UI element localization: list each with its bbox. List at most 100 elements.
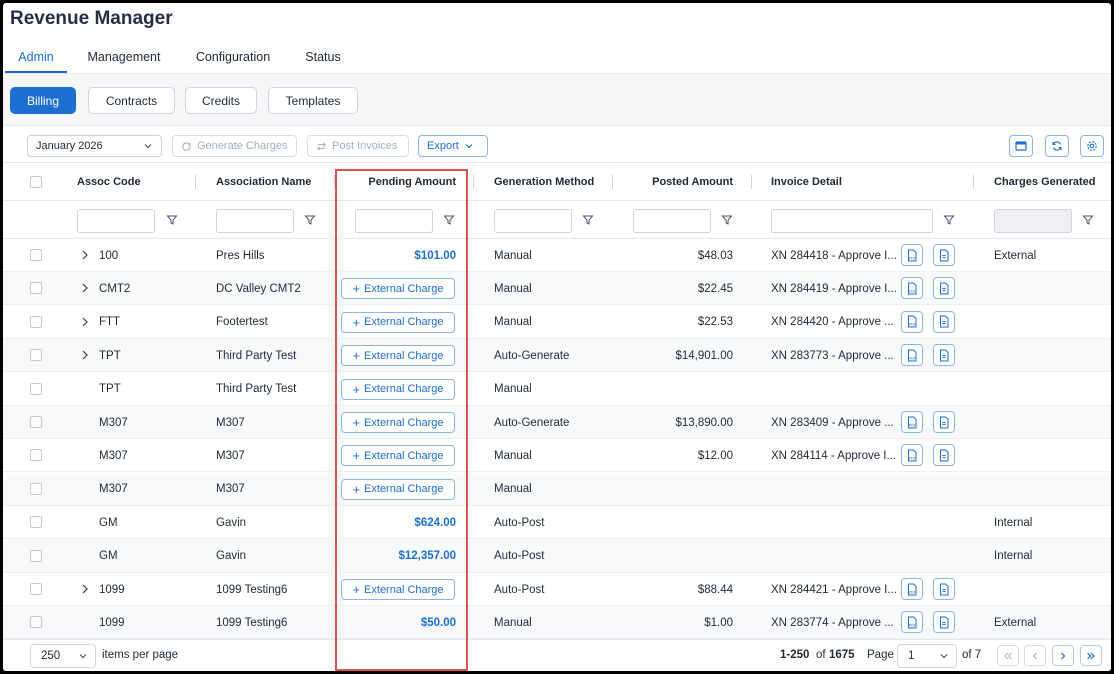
view-document-button[interactable]	[933, 411, 955, 433]
page-size-select[interactable]: 250	[30, 644, 96, 668]
pending-amount-link[interactable]: $101.00	[343, 239, 456, 272]
view-pdf-button[interactable]: PDF	[901, 277, 923, 300]
col-association-name[interactable]: Association Name	[216, 163, 311, 201]
row-checkbox[interactable]	[30, 349, 42, 362]
col-separator[interactable]	[334, 175, 335, 189]
col-invoice-detail[interactable]: Invoice Detail	[771, 163, 842, 201]
table-row[interactable]: 1099 1099 Testing6 + External Charge Auto-Po…	[3, 573, 1111, 606]
row-checkbox[interactable]	[30, 416, 42, 428]
row-checkbox[interactable]	[30, 382, 42, 395]
table-row[interactable]: TPT Third Party Test + External Charge Auto-…	[3, 339, 1111, 373]
col-posted-amount[interactable]: Posted Amount	[623, 163, 733, 201]
table-row[interactable]: M307 M307 + External Charge Manual $12.00 XN 2…	[3, 439, 1111, 473]
export-button[interactable]: Export	[418, 135, 488, 157]
filter-icon[interactable]	[443, 214, 455, 226]
row-checkbox[interactable]	[30, 449, 42, 462]
view-document-button[interactable]	[933, 444, 955, 467]
chevron-right-icon[interactable]	[80, 349, 90, 361]
posted-amount-filter-input[interactable]	[633, 209, 711, 233]
table-row[interactable]: FTT Footertest + External Charge Manual $22.5…	[3, 306, 1111, 339]
col-separator[interactable]	[751, 175, 752, 189]
table-row[interactable]: M307 M307 + External Charge Auto-Generate $13…	[3, 406, 1111, 439]
view-document-button[interactable]	[933, 344, 955, 367]
view-document-button[interactable]	[933, 611, 955, 634]
view-pdf-button[interactable]: PDF	[901, 310, 923, 333]
col-charges-generated[interactable]: Charges Generated	[994, 163, 1095, 201]
external-charge-button[interactable]: + External Charge	[341, 378, 455, 400]
col-generation-method[interactable]: Generation Method	[494, 163, 594, 201]
table-row[interactable]: TPT Third Party Test + External Charge Manua…	[3, 373, 1111, 406]
pending-amount-filter-input[interactable]	[355, 209, 433, 233]
view-document-button[interactable]	[933, 244, 955, 266]
col-separator[interactable]	[612, 175, 613, 189]
filter-icon[interactable]	[166, 214, 178, 226]
chevron-right-icon[interactable]	[80, 249, 90, 261]
row-checkbox[interactable]	[30, 282, 42, 295]
generation-method-filter-input[interactable]	[494, 209, 572, 233]
view-document-button[interactable]	[933, 578, 955, 600]
chevron-right-icon[interactable]	[80, 583, 90, 595]
charges-generated-filter-input[interactable]	[994, 209, 1072, 233]
pending-amount-link[interactable]: $12,357.00	[343, 540, 456, 573]
row-checkbox[interactable]	[30, 315, 42, 328]
subtab-contracts[interactable]: Contracts	[88, 87, 175, 114]
tab-status[interactable]: Status	[301, 43, 345, 73]
pending-amount-link[interactable]: $624.00	[343, 506, 456, 539]
external-charge-button[interactable]: + External Charge	[341, 579, 455, 600]
external-charge-button[interactable]: + External Charge	[341, 478, 455, 500]
view-pdf-button[interactable]: PDF	[901, 344, 923, 367]
last-page-button[interactable]	[1080, 645, 1102, 666]
subtab-credits[interactable]: Credits	[185, 87, 257, 114]
prev-page-button[interactable]	[1024, 645, 1046, 666]
filter-icon[interactable]	[943, 214, 955, 226]
pending-amount-link[interactable]: $50.00	[343, 606, 456, 639]
view-document-button[interactable]	[933, 277, 955, 300]
tab-management[interactable]: Management	[87, 43, 161, 73]
settings-button[interactable]	[1080, 135, 1104, 157]
chevron-right-icon[interactable]	[80, 282, 90, 294]
filter-icon[interactable]	[304, 214, 316, 226]
generate-charges-button[interactable]: Generate Charges	[172, 135, 297, 157]
association-name-filter-input[interactable]	[216, 209, 294, 233]
external-charge-button[interactable]: + External Charge	[341, 311, 455, 333]
row-checkbox[interactable]	[30, 549, 42, 562]
subtab-templates[interactable]: Templates	[268, 87, 358, 114]
external-charge-button[interactable]: + External Charge	[341, 445, 455, 467]
subtab-billing[interactable]: Billing	[10, 87, 76, 114]
filter-icon[interactable]	[582, 214, 594, 226]
view-document-button[interactable]	[933, 310, 955, 333]
table-row[interactable]: 100 Pres Hills $101.00 Manual $48.03 XN 28441…	[3, 239, 1111, 272]
table-row[interactable]: 1099 1099 Testing6 $50.00 Manual $1.00 XN 283…	[3, 606, 1111, 640]
assoc-code-filter-input[interactable]	[77, 209, 155, 233]
select-all-checkbox[interactable]	[30, 176, 42, 188]
refresh-button[interactable]	[1045, 135, 1069, 157]
external-charge-button[interactable]: + External Charge	[341, 345, 455, 367]
chevron-right-icon[interactable]	[80, 316, 90, 328]
col-separator[interactable]	[973, 175, 974, 189]
row-checkbox[interactable]	[30, 616, 42, 629]
view-pdf-button[interactable]: PDF	[901, 244, 923, 266]
first-page-button[interactable]	[997, 645, 1019, 666]
row-checkbox[interactable]	[30, 583, 42, 595]
table-row[interactable]: M307 M307 + External Charge Manual	[3, 472, 1111, 506]
next-page-button[interactable]	[1052, 645, 1074, 666]
col-assoc-code[interactable]: Assoc Code	[77, 163, 141, 201]
col-separator[interactable]	[473, 175, 474, 189]
view-pdf-button[interactable]: PDF	[901, 411, 923, 433]
table-row[interactable]: CMT2 DC Valley CMT2 + External Charge Manual…	[3, 272, 1111, 306]
columns-button[interactable]	[1009, 135, 1033, 157]
tab-configuration[interactable]: Configuration	[193, 43, 273, 73]
view-pdf-button[interactable]: PDF	[901, 444, 923, 467]
view-pdf-button[interactable]: PDF	[901, 611, 923, 634]
invoice-detail-filter-input[interactable]	[771, 209, 933, 233]
external-charge-button[interactable]: + External Charge	[341, 412, 455, 433]
period-select[interactable]: January 2026	[27, 135, 162, 157]
tab-admin[interactable]: Admin	[5, 43, 67, 73]
page-select[interactable]: 1	[897, 644, 957, 668]
row-checkbox[interactable]	[30, 249, 42, 261]
post-invoices-button[interactable]: Post Invoices	[307, 135, 409, 157]
row-checkbox[interactable]	[30, 516, 42, 529]
table-row[interactable]: GM Gavin $12,357.00 Auto-Post Internal	[3, 539, 1111, 573]
row-checkbox[interactable]	[30, 482, 42, 495]
col-separator[interactable]	[195, 175, 196, 189]
